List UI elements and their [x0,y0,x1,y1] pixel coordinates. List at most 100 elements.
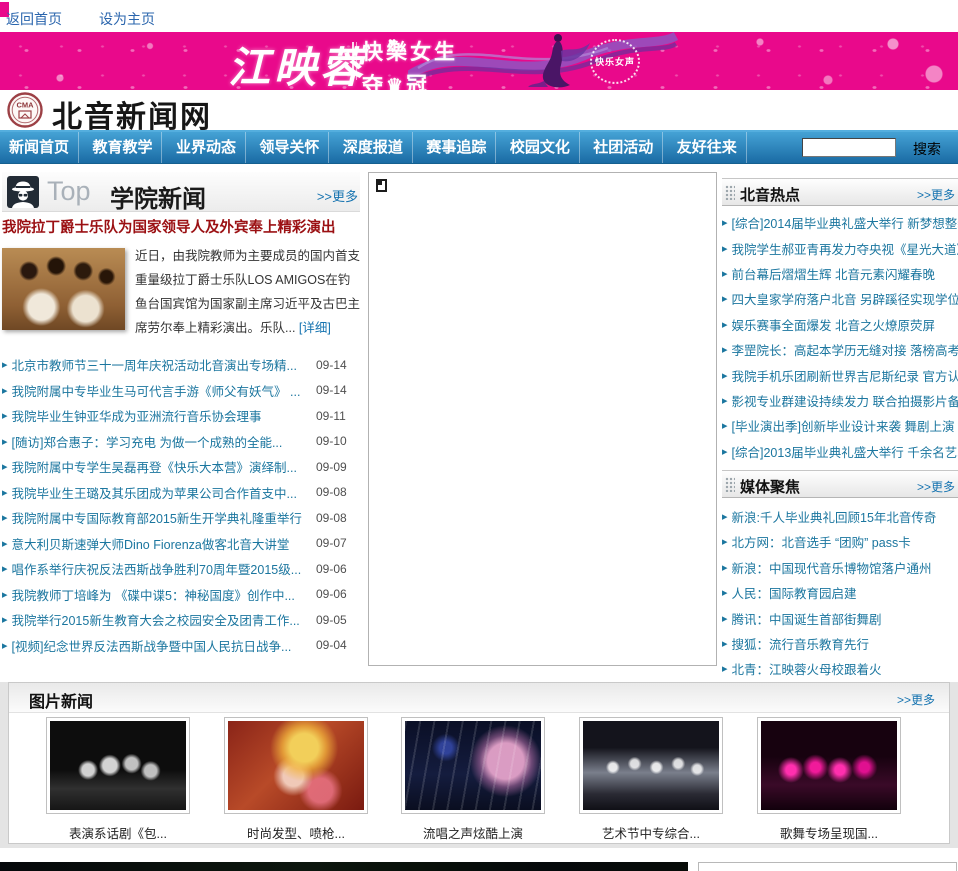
news-link[interactable]: 搜狐：流行音乐教育先行 [732,634,958,653]
nav-item-indepth[interactable]: 深度报道 [334,132,413,163]
news-link[interactable]: 李罡院长：高起本学历无缝对接 落榜高考 [732,340,958,359]
crown-icon: ♛ [386,76,406,90]
nav-item-leadership[interactable]: 领导关怀 [250,132,330,163]
photo-caption[interactable]: 时尚发型、喷枪... [216,823,376,842]
news-link[interactable]: 我院学生郝亚青再发力夺央视《星光大道》 [732,239,958,258]
photo-thumbnail[interactable] [579,717,723,814]
news-link[interactable]: 腾讯：中国诞生首部街舞剧 [732,609,958,628]
news-link[interactable]: [视频]纪念世界反法西斯战争暨中国人民抗日战争... [12,636,308,655]
photo-news-more-link[interactable]: >>更多 [897,691,935,708]
banner-divider [352,42,357,80]
news-link[interactable]: [随访]郑合惠子：学习充电 为做一个成熟的全能... [12,432,308,451]
featured-headline[interactable]: 我院拉丁爵士乐队为国家领导人及外宾奉上精彩演出 [2,216,360,237]
news-link[interactable]: 我院附属中专毕业生马可代言手游《师父有妖气》 ... [12,381,308,400]
search-button[interactable]: 搜索 [913,139,941,159]
nav-item-competitions[interactable]: 赛事追踪 [417,132,497,163]
news-link[interactable]: 我院毕业生钟亚华成为亚洲流行音乐协会理事 [12,406,308,425]
photo-news-section: 图片新闻 >>更多 表演系话剧《包... 时尚发型、喷枪... 流唱之声炫酷上演… [8,682,950,844]
banner-slogan: 快樂女生 夺♛冠 [362,36,458,90]
svg-text:CMA: CMA [16,101,34,110]
bullet-arrow-icon: ▸ [2,614,8,627]
nav-item-home[interactable]: 新闻首页 [0,132,80,163]
media-focus-more-link[interactable]: >>更多 [917,478,955,495]
bullet-arrow-icon: ▸ [722,267,728,280]
news-link[interactable]: 我院毕业生王璐及其乐团成为苹果公司合作首支中... [12,483,308,502]
list-item: ▸ 我院附属中专学生吴磊再登《快乐大本营》演绎制... 09-09 [2,454,360,480]
bottom-banner-image[interactable] [0,862,688,871]
section-title: 学院新闻 [110,186,206,213]
nav-item-industry[interactable]: 业界动态 [167,132,246,163]
list-item: ▸ 北青：江映蓉火母校跟着火 [722,656,958,681]
photo-thumbnail[interactable] [224,717,368,814]
nav-item-exchange[interactable]: 友好往来 [668,132,747,163]
photo-thumbnail[interactable] [46,717,190,814]
bullet-arrow-icon: ▸ [2,384,8,397]
college-news-more-link[interactable]: >>更多 [317,186,358,205]
news-link[interactable]: 唱作系举行庆祝反法西斯战争胜利70周年暨2015级... [12,559,308,578]
detail-link[interactable]: [详细] [299,321,331,335]
list-item: ▸ 新浪:千人毕业典礼回顾15年北音传奇 [722,504,958,529]
featured-photo[interactable] [2,248,125,330]
photo-thumbnail[interactable] [757,717,901,814]
nav-item-clubs[interactable]: 社团活动 [584,132,664,163]
college-news-header: Top 学院新闻 >>更多 [2,172,360,213]
news-link[interactable]: 四大皇家学府落户北音 另辟蹊径实现学位 [732,289,958,308]
bullet-arrow-icon: ▸ [2,512,8,525]
news-link[interactable]: 北青：江映蓉火母校跟着火 [732,659,958,678]
photo-thumbnail[interactable] [401,717,545,814]
list-item: ▸ 娱乐赛事全面爆发 北音之火燎原荧屏 [722,312,958,337]
news-link[interactable]: 我院手机乐团刷新世界吉尼斯纪录 官方认证 [732,366,958,385]
news-link[interactable]: 新浪：中国现代音乐博物馆落户通州 [732,558,958,577]
college-news-list: ▸ 北京市教师节三十一周年庆祝活动北音演出专场精... 09-14 ▸ 我院附属中专毕… [2,352,360,658]
news-date: 09-04 [316,638,347,653]
nav-item-education[interactable]: 教育教学 [83,132,163,163]
banner-woman-figure [528,34,590,88]
broken-image-icon [376,179,387,192]
media-focus-title: 媒体聚焦 [740,478,801,496]
thumbnail-image [50,721,186,810]
list-item: ▸ 李罡院长：高起本学历无缝对接 落榜高考 [722,337,958,362]
news-link[interactable]: [综合]2014届毕业典礼盛大举行 新梦想整装待发 [732,213,958,232]
news-link[interactable]: [综合]2013届毕业典礼盛大举行 千余名艺术学子 [732,442,958,461]
news-date: 09-07 [316,536,347,551]
news-link[interactable]: 影视专业群建设持续发力 联合拍摄影片备受期待 [732,391,958,410]
news-date: 09-08 [316,485,347,500]
banner-dot-badge: 快乐女声 [590,39,640,84]
news-link[interactable]: 北方网：北音选手 “团购” pass卡 [732,532,958,551]
set-homepage-link[interactable]: 设为主页 [99,9,155,29]
news-link[interactable]: 我院附属中专学生吴磊再登《快乐大本营》演绎制... [12,457,308,476]
school-seal-logo: CMA [7,92,43,128]
news-link[interactable]: 我院教师丁培峰为 《碟中谍5：神秘国度》创作中... [12,585,308,604]
news-link[interactable]: [毕业演出季]创新毕业设计来袭 舞剧上演 [732,416,958,435]
news-link[interactable]: 我院附属中专国际教育部2015新生开学典礼隆重举行 [12,508,308,527]
list-item: ▸ 我院毕业生王璐及其乐团成为苹果公司合作首支中... 09-08 [2,480,360,506]
thumbnail-image [405,721,541,810]
masthead[interactable]: CMA 北音新闻网 [0,90,958,134]
search-input[interactable] [802,138,896,157]
list-item: ▸ 唱作系举行庆祝反法西斯战争胜利70周年暨2015级... 09-06 [2,556,360,582]
nav-item-campus-culture[interactable]: 校园文化 [501,132,580,163]
photo-caption[interactable]: 歌舞专场呈现国... [749,823,909,842]
bullet-arrow-icon: ▸ [2,486,8,499]
news-link[interactable]: 前台幕后熠熠生辉 北音元素闪耀春晚 [732,264,958,283]
list-item: ▸ 北京市教师节三十一周年庆祝活动北音演出专场精... 09-14 [2,352,360,378]
photo-caption[interactable]: 流唱之声炫酷上演 [393,823,553,842]
bullet-arrow-icon: ▸ [722,242,728,255]
bullet-arrow-icon: ▸ [2,563,8,576]
news-link[interactable]: 人民：国际教育园启建 [732,583,958,602]
photo-caption[interactable]: 艺术节中专综合... [571,823,731,842]
main-navigation: 新闻首页 教育教学 业界动态 领导关怀 深度报道 赛事追踪 校园文化 社团活动 … [0,130,958,164]
news-link[interactable]: 新浪:千人毕业典礼回顾15年北音传奇 [732,507,958,526]
news-link[interactable]: 我院举行2015新生教育大会之校园安全及团青工作... [12,610,308,629]
list-item: ▸ 腾讯：中国诞生首部街舞剧 [722,605,958,630]
photo-caption[interactable]: 表演系话剧《包... [38,823,198,842]
news-link[interactable]: 娱乐赛事全面爆发 北音之火燎原荧屏 [732,315,958,334]
list-item: ▸ [综合]2013届毕业典礼盛大举行 千余名艺术学子 [722,439,958,464]
back-home-link[interactable]: 返回首页 [6,9,62,29]
hot-news-more-link[interactable]: >>更多 [917,186,955,203]
promo-banner[interactable]: 江映蓉 ♥ 快樂女生 夺♛冠 快乐女声 [0,32,958,90]
news-link[interactable]: 意大利贝斯速弹大师Dino Fiorenza做客北音大讲堂 [12,534,308,553]
news-date: 09-10 [316,434,347,449]
bullet-arrow-icon: ▸ [722,612,728,625]
news-link[interactable]: 北京市教师节三十一周年庆祝活动北音演出专场精... [12,355,308,374]
